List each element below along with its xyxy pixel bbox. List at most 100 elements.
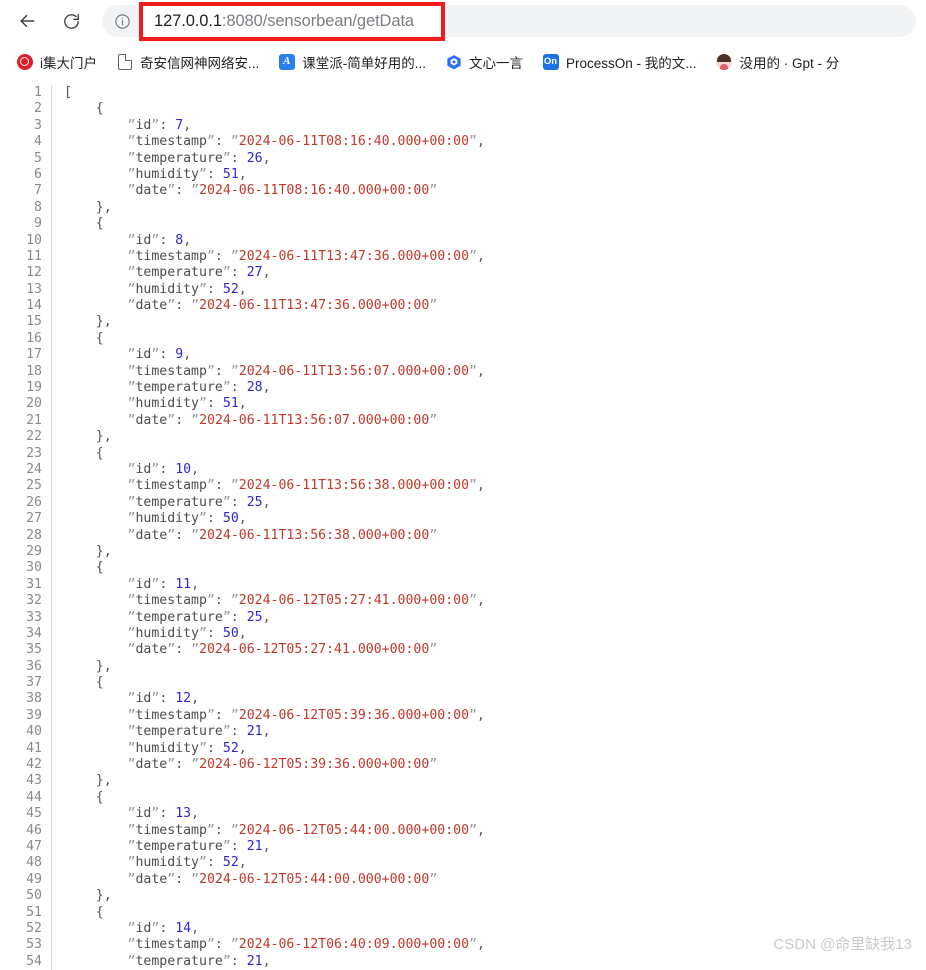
line-number: 19 — [26, 380, 42, 396]
line-number: 49 — [26, 871, 42, 887]
bookmark-label: 课堂派-简单好用的... — [302, 55, 427, 71]
line-number: 45 — [26, 806, 42, 822]
line-number: 43 — [26, 773, 42, 789]
line-number: 34 — [26, 625, 42, 641]
code-line: ”timestamp”: ”2024-06-12T05:27:41.000+00… — [127, 593, 485, 609]
back-arrow-icon[interactable] — [12, 6, 42, 36]
line-number: 16 — [26, 330, 42, 346]
bookmark-qianxin[interactable]: 奇安信网神网络安... — [111, 49, 264, 75]
bookmark-label: i集大门户 — [40, 55, 97, 71]
code-line: ”date”: ”2024-06-11T08:16:40.000+00:00” — [127, 183, 438, 199]
code-line: ”id”: 13, — [127, 806, 200, 822]
bookmark-label: 没用的 · Gpt - 分 — [739, 55, 840, 71]
line-number: 30 — [26, 560, 42, 576]
url-host: 127.0.0.1 — [154, 12, 222, 31]
code-line: ”timestamp”: ”2024-06-12T06:40:09.000+00… — [127, 937, 485, 953]
line-number: 15 — [26, 314, 42, 330]
line-number: 18 — [26, 363, 42, 379]
code-line: ”date”: ”2024-06-11T13:47:36.000+00:00” — [127, 298, 438, 314]
code-line: }, — [95, 543, 112, 559]
code-line: }, — [95, 888, 112, 904]
code-line: { — [95, 789, 104, 805]
line-number: 8 — [34, 199, 42, 215]
jida-portal-icon — [16, 53, 33, 70]
line-number: 42 — [26, 757, 42, 773]
code-line: ”date”: ”2024-06-12T05:39:36.000+00:00” — [127, 757, 438, 773]
info-circle-icon[interactable] — [109, 8, 135, 34]
line-number: 47 — [26, 838, 42, 854]
line-number: 12 — [26, 265, 42, 281]
json-code-body[interactable]: [ { ”id”: 7, ”timestamp”: ”2024-06-11T08… — [52, 85, 926, 970]
line-number: 14 — [26, 298, 42, 314]
bookmark-ketangpai[interactable]: A 课堂派-简单好用的... — [273, 49, 431, 75]
line-number: 1 — [34, 85, 42, 100]
line-number: 3 — [34, 117, 42, 133]
line-number: 35 — [26, 642, 42, 658]
code-line: ”temperature”: 27, — [127, 265, 271, 281]
code-line: }, — [95, 429, 112, 445]
code-line: ”humidity”: 50, — [127, 511, 247, 527]
code-line: { — [95, 445, 104, 461]
line-number: 27 — [26, 511, 42, 527]
code-line: ”timestamp”: ”2024-06-11T08:16:40.000+00… — [127, 134, 485, 150]
line-number: 40 — [26, 724, 42, 740]
code-line: ”id”: 9, — [127, 347, 192, 363]
bookmark-wenxinyiyan[interactable]: 文心一言 — [440, 49, 528, 75]
line-number: 53 — [26, 937, 42, 953]
bookmark-gpt[interactable]: 没用的 · Gpt - 分 — [711, 49, 845, 75]
line-number: 29 — [26, 543, 42, 559]
line-number: 22 — [26, 429, 42, 445]
code-line: { — [95, 216, 104, 232]
page-content: 1 2 3 4 5 6 7 8 9 10 11 12 13 14 15 16 17 18 19 20 21 22 23 24 2… — [0, 81, 926, 970]
bookmark-processon[interactable]: On ProcessOn - 我的文... — [537, 49, 702, 75]
line-number: 32 — [26, 593, 42, 609]
code-line: { — [95, 904, 104, 920]
json-response-viewer[interactable]: 1 2 3 4 5 6 7 8 9 10 11 12 13 14 15 16 17 18 19 20 21 22 23 24 2… — [0, 81, 926, 970]
line-number: 50 — [26, 888, 42, 904]
code-line: [ — [64, 85, 72, 100]
line-number: 54 — [26, 953, 42, 969]
line-number: 23 — [26, 445, 42, 461]
address-bar[interactable]: 127.0.0.1:8080/sensorbean/getData — [102, 2, 916, 41]
line-number: 33 — [26, 609, 42, 625]
code-line: ”date”: ”2024-06-12T05:44:00.000+00:00” — [127, 871, 438, 887]
code-line: ”temperature”: 26, — [127, 150, 271, 166]
code-line: ”id”: 12, — [127, 691, 200, 707]
line-number-gutter: 1 2 3 4 5 6 7 8 9 10 11 12 13 14 15 16 17 18 19 20 21 22 23 24 2… — [0, 85, 52, 970]
code-line: ”timestamp”: ”2024-06-11T13:56:07.000+00… — [127, 363, 485, 379]
code-line: }, — [95, 658, 112, 674]
code-line: ”date”: ”2024-06-12T05:27:41.000+00:00” — [127, 642, 438, 658]
url-text[interactable]: 127.0.0.1:8080/sensorbean/getData — [143, 13, 414, 30]
line-number: 36 — [26, 658, 42, 674]
line-number: 44 — [26, 789, 42, 805]
line-number: 11 — [26, 248, 42, 264]
line-number: 20 — [26, 396, 42, 412]
bookmark-label: 文心一言 — [469, 55, 524, 71]
line-number: 4 — [34, 134, 42, 150]
code-line: ”humidity”: 52, — [127, 740, 247, 756]
bookmark-jida-portal[interactable]: i集大门户 — [11, 49, 102, 75]
line-number: 52 — [26, 920, 42, 936]
code-line: ”temperature”: 28, — [127, 380, 271, 396]
code-line: ”humidity”: 51, — [127, 166, 247, 182]
line-number: 38 — [26, 691, 42, 707]
code-line: ”timestamp”: ”2024-06-12T05:44:00.000+00… — [127, 822, 485, 838]
code-line: }, — [95, 314, 112, 330]
wenxinyiyan-icon — [445, 53, 462, 70]
line-number: 41 — [26, 740, 42, 756]
code-line: ”temperature”: 21, — [127, 838, 271, 854]
code-line: ”temperature”: 25, — [127, 609, 271, 625]
line-number: 13 — [26, 281, 42, 297]
line-number: 31 — [26, 576, 42, 592]
line-number: 46 — [26, 822, 42, 838]
reload-icon[interactable] — [56, 6, 86, 36]
code-line: }, — [95, 199, 112, 215]
line-number: 10 — [26, 232, 42, 248]
code-line: ”date”: ”2024-06-11T13:56:07.000+00:00” — [127, 412, 438, 428]
code-line: ”humidity”: 51, — [127, 396, 247, 412]
code-line: ”humidity”: 50, — [127, 625, 247, 641]
code-line: { — [95, 330, 104, 346]
code-line: }, — [95, 773, 112, 789]
line-number: 17 — [26, 347, 42, 363]
line-number: 25 — [26, 478, 42, 494]
